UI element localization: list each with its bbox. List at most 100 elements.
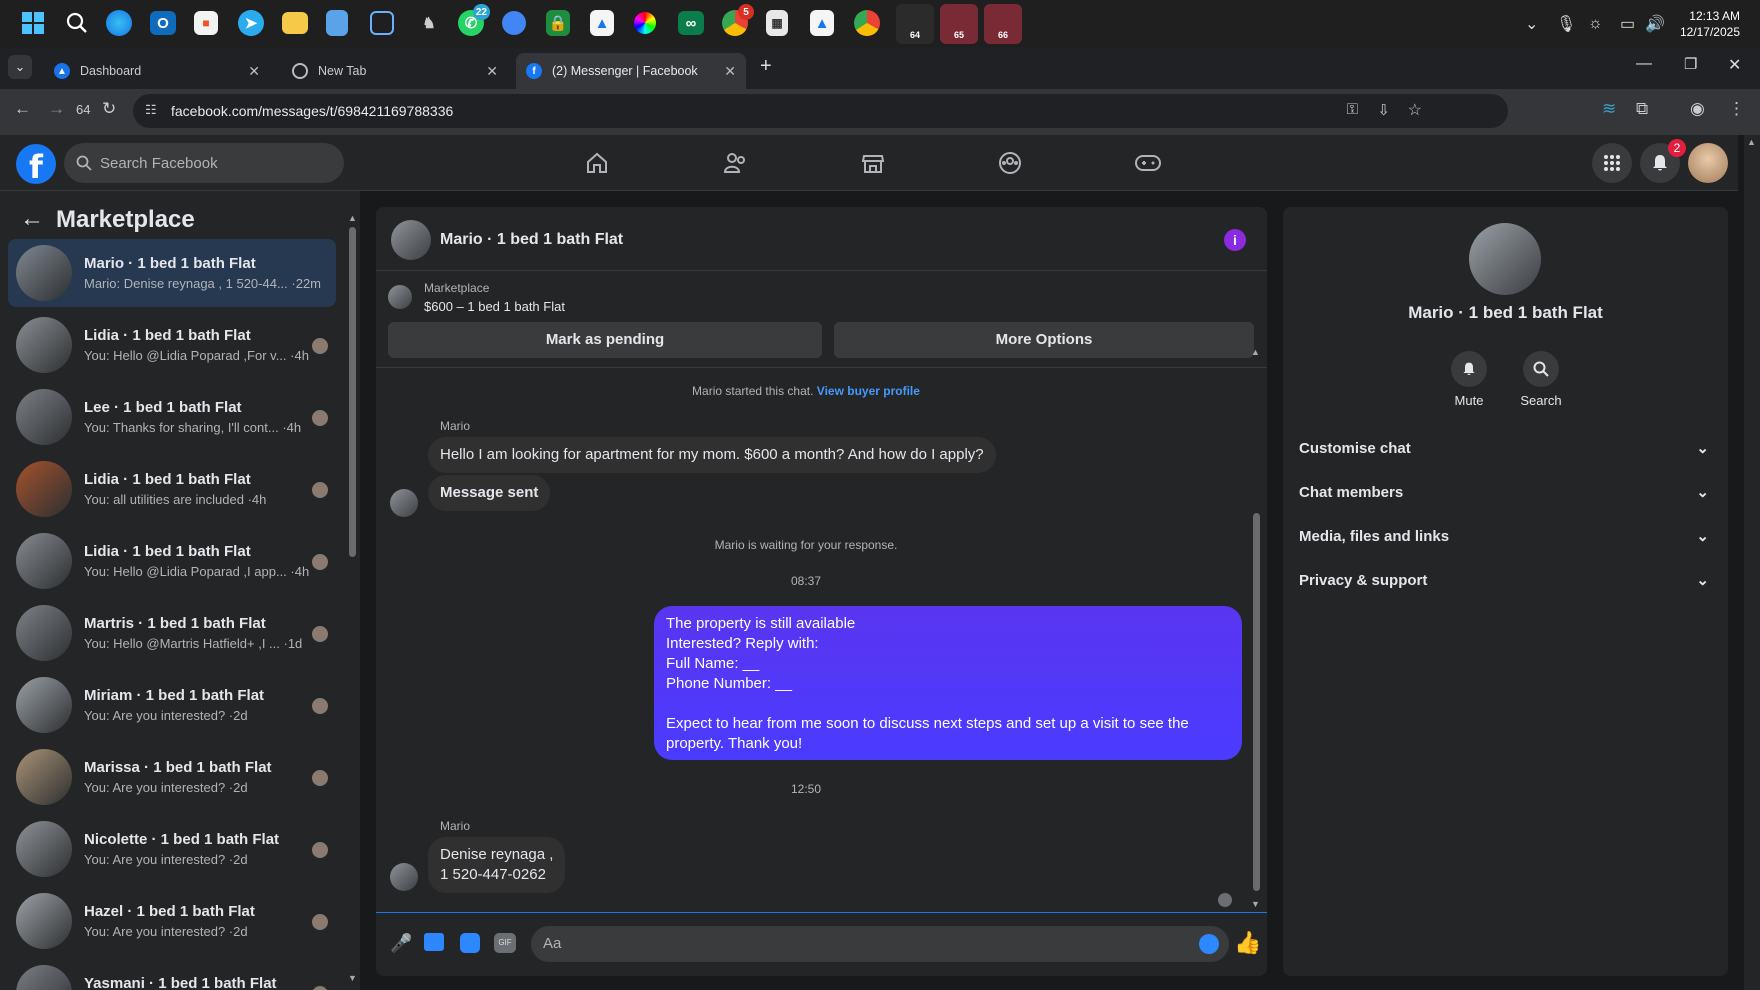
file-explorer-icon[interactable] xyxy=(282,12,308,34)
mark-as-pending-button[interactable]: Mark as pending xyxy=(388,322,822,358)
tab-new-tab[interactable]: New Tab ✕ xyxy=(282,53,508,89)
info-icon[interactable]: i xyxy=(1224,229,1246,251)
menu-grid-icon[interactable] xyxy=(1592,143,1632,183)
chat-scrollbar[interactable] xyxy=(1253,513,1260,891)
conversation-item[interactable]: Miriam · 1 bed 1 bath Flat You: Are you i… xyxy=(8,671,336,739)
chrome-icon[interactable]: 5 xyxy=(722,4,754,36)
chat-avatar[interactable] xyxy=(391,220,431,260)
details-avatar[interactable] xyxy=(1469,223,1541,295)
conversation-item[interactable]: Lidia · 1 bed 1 bath Flat You: Hello @Lid… xyxy=(8,527,336,595)
conversation-item[interactable]: Lidia · 1 bed 1 bath Flat You: Hello @Lid… xyxy=(8,311,336,379)
conversation-item[interactable]: Martris · 1 bed 1 bath Flat You: Hello @M… xyxy=(8,599,336,667)
chat-title[interactable]: Mario · 1 bed 1 bath Flat xyxy=(440,231,623,249)
infinity-icon[interactable]: ∞ xyxy=(678,11,704,35)
section-privacy-support[interactable]: Privacy & support ⌄ xyxy=(1299,562,1709,598)
install-app-icon[interactable]: ⇩ xyxy=(1377,101,1390,119)
conversation-item[interactable]: Nicolette · 1 bed 1 bath Flat You: Are yo… xyxy=(8,815,336,883)
notepad-icon[interactable] xyxy=(326,10,348,36)
notifications-bell-icon[interactable]: 2 xyxy=(1640,139,1686,183)
tray-chevron-icon[interactable]: ⌄ xyxy=(1525,0,1538,47)
search-in-chat-icon[interactable] xyxy=(1523,351,1559,387)
listing-title[interactable]: $600 – 1 bed 1 bath Flat xyxy=(424,299,565,314)
edge-icon[interactable] xyxy=(106,10,132,36)
search-icon[interactable] xyxy=(62,8,92,38)
minimize-icon[interactable]: — xyxy=(1636,55,1652,73)
bookmark-star-icon[interactable]: ☆ xyxy=(1408,100,1422,120)
friends-icon[interactable] xyxy=(715,143,755,183)
section-media-files-links[interactable]: Media, files and links ⌄ xyxy=(1299,518,1709,554)
outgoing-message[interactable]: The property is still available Interest… xyxy=(654,606,1242,760)
calculator-icon[interactable]: ▦ xyxy=(766,10,788,36)
facebook-logo-icon[interactable]: f xyxy=(16,144,56,186)
color-icon[interactable] xyxy=(634,12,656,34)
groups-icon[interactable] xyxy=(990,143,1030,183)
tab-dashboard[interactable]: ▲ Dashboard ✕ xyxy=(44,53,270,89)
incoming-message[interactable]: Hello I am looking for apartment for my … xyxy=(428,437,996,473)
lock-icon[interactable]: 🔒 xyxy=(546,10,570,36)
chrome-menu-icon[interactable]: ⋮ xyxy=(1728,99,1745,119)
back-arrow-icon[interactable]: ← xyxy=(20,205,44,233)
profile-avatar[interactable] xyxy=(1688,143,1728,183)
display-icon[interactable]: ▭ xyxy=(1620,0,1635,47)
facebook-search-input[interactable]: Search Facebook xyxy=(64,143,344,183)
like-thumb-icon[interactable]: 👍 xyxy=(1234,930,1261,956)
tab-messenger[interactable]: f (2) Messenger | Facebook ✕ xyxy=(516,53,746,89)
view-buyer-profile-link[interactable]: View buyer profile xyxy=(817,384,920,398)
code-icon[interactable] xyxy=(370,11,394,35)
restore-icon[interactable]: ❐ xyxy=(1684,55,1697,73)
conversation-item[interactable]: Mario · 1 bed 1 bath Flat Mario: Denise r… xyxy=(8,239,336,307)
conversation-item[interactable]: Lee · 1 bed 1 bath Flat You: Thanks for s… xyxy=(8,383,336,451)
extensions-puzzle-icon[interactable]: ⧉ xyxy=(1636,99,1648,119)
section-chat-members[interactable]: Chat members ⌄ xyxy=(1299,474,1709,510)
outlook-icon[interactable]: O xyxy=(150,11,176,35)
game-icon[interactable]: ♞ xyxy=(414,8,444,38)
sail-2-icon[interactable]: ▲ xyxy=(810,10,834,36)
close-tab-icon[interactable]: ✕ xyxy=(724,63,736,80)
windows-start-icon[interactable] xyxy=(18,8,48,38)
sender-avatar[interactable] xyxy=(390,489,418,517)
profile-65-icon[interactable]: 65 xyxy=(940,4,978,44)
profile-66-icon[interactable]: 66 xyxy=(984,4,1022,44)
chrome-remote-icon[interactable] xyxy=(502,11,526,35)
scroll-down-icon[interactable]: ▼ xyxy=(348,973,357,983)
password-key-icon[interactable]: ⚿ xyxy=(1347,101,1358,118)
mic-muted-icon[interactable]: 🎙 xyxy=(1556,0,1576,47)
gaming-icon[interactable] xyxy=(1128,143,1168,183)
forward-icon[interactable]: → xyxy=(48,99,65,119)
sticker-icon[interactable] xyxy=(460,933,480,953)
scroll-up-icon[interactable]: ▲ xyxy=(348,213,357,223)
whatsapp-icon[interactable]: ✆ 22 xyxy=(458,4,490,36)
chrome-2-icon[interactable] xyxy=(854,10,880,36)
close-tab-icon[interactable]: ✕ xyxy=(486,63,498,80)
home-icon[interactable] xyxy=(577,143,617,183)
gif-icon[interactable]: GIF xyxy=(494,933,516,953)
message-input[interactable]: Aa xyxy=(531,926,1229,962)
back-icon[interactable]: ← xyxy=(14,99,31,119)
sender-avatar[interactable] xyxy=(390,863,418,891)
chat-scroll-up-icon[interactable]: ▲ xyxy=(1251,347,1260,357)
close-tab-icon[interactable]: ✕ xyxy=(248,63,260,80)
conversation-item[interactable]: Hazel · 1 bed 1 bath Flat You: Are you in… xyxy=(8,887,336,955)
extension-1-icon[interactable]: ≋ xyxy=(1602,99,1616,119)
account-icon[interactable]: ◉ xyxy=(1690,99,1705,119)
conversation-item[interactable]: Yasmani · 1 bed 1 bath Flat xyxy=(8,959,336,990)
microphone-icon[interactable]: 🎤 xyxy=(390,933,412,954)
mute-bell-icon[interactable] xyxy=(1451,351,1487,387)
list-scrollbar[interactable] xyxy=(349,227,356,557)
page-scrollbar[interactable]: ▲ xyxy=(1744,135,1760,990)
sail-icon[interactable]: ▲ xyxy=(590,10,614,36)
conversation-item[interactable]: Lidia · 1 bed 1 bath Flat You: all utilit… xyxy=(8,455,336,523)
marketplace-icon[interactable] xyxy=(853,143,893,183)
more-options-button[interactable]: More Options xyxy=(834,322,1254,358)
address-bar[interactable]: ☷ facebook.com/messages/t/69842116978833… xyxy=(133,94,1508,128)
incoming-message[interactable]: Denise reynaga , 1 520-447-0262 xyxy=(428,837,566,893)
clock[interactable]: 12:13 AM 12/17/2025 xyxy=(1680,8,1740,40)
listing-thumbnail[interactable] xyxy=(388,285,412,309)
close-window-icon[interactable]: ✕ xyxy=(1728,55,1741,75)
section-customise-chat[interactable]: Customise chat ⌄ xyxy=(1299,430,1709,466)
new-tab-icon[interactable]: + xyxy=(760,55,772,78)
reload-icon[interactable]: ↻ xyxy=(102,99,116,119)
volume-icon[interactable]: 🔊 xyxy=(1645,0,1665,47)
emoji-icon[interactable] xyxy=(1199,934,1219,954)
tab-search-icon[interactable]: ⌄ xyxy=(8,55,32,79)
